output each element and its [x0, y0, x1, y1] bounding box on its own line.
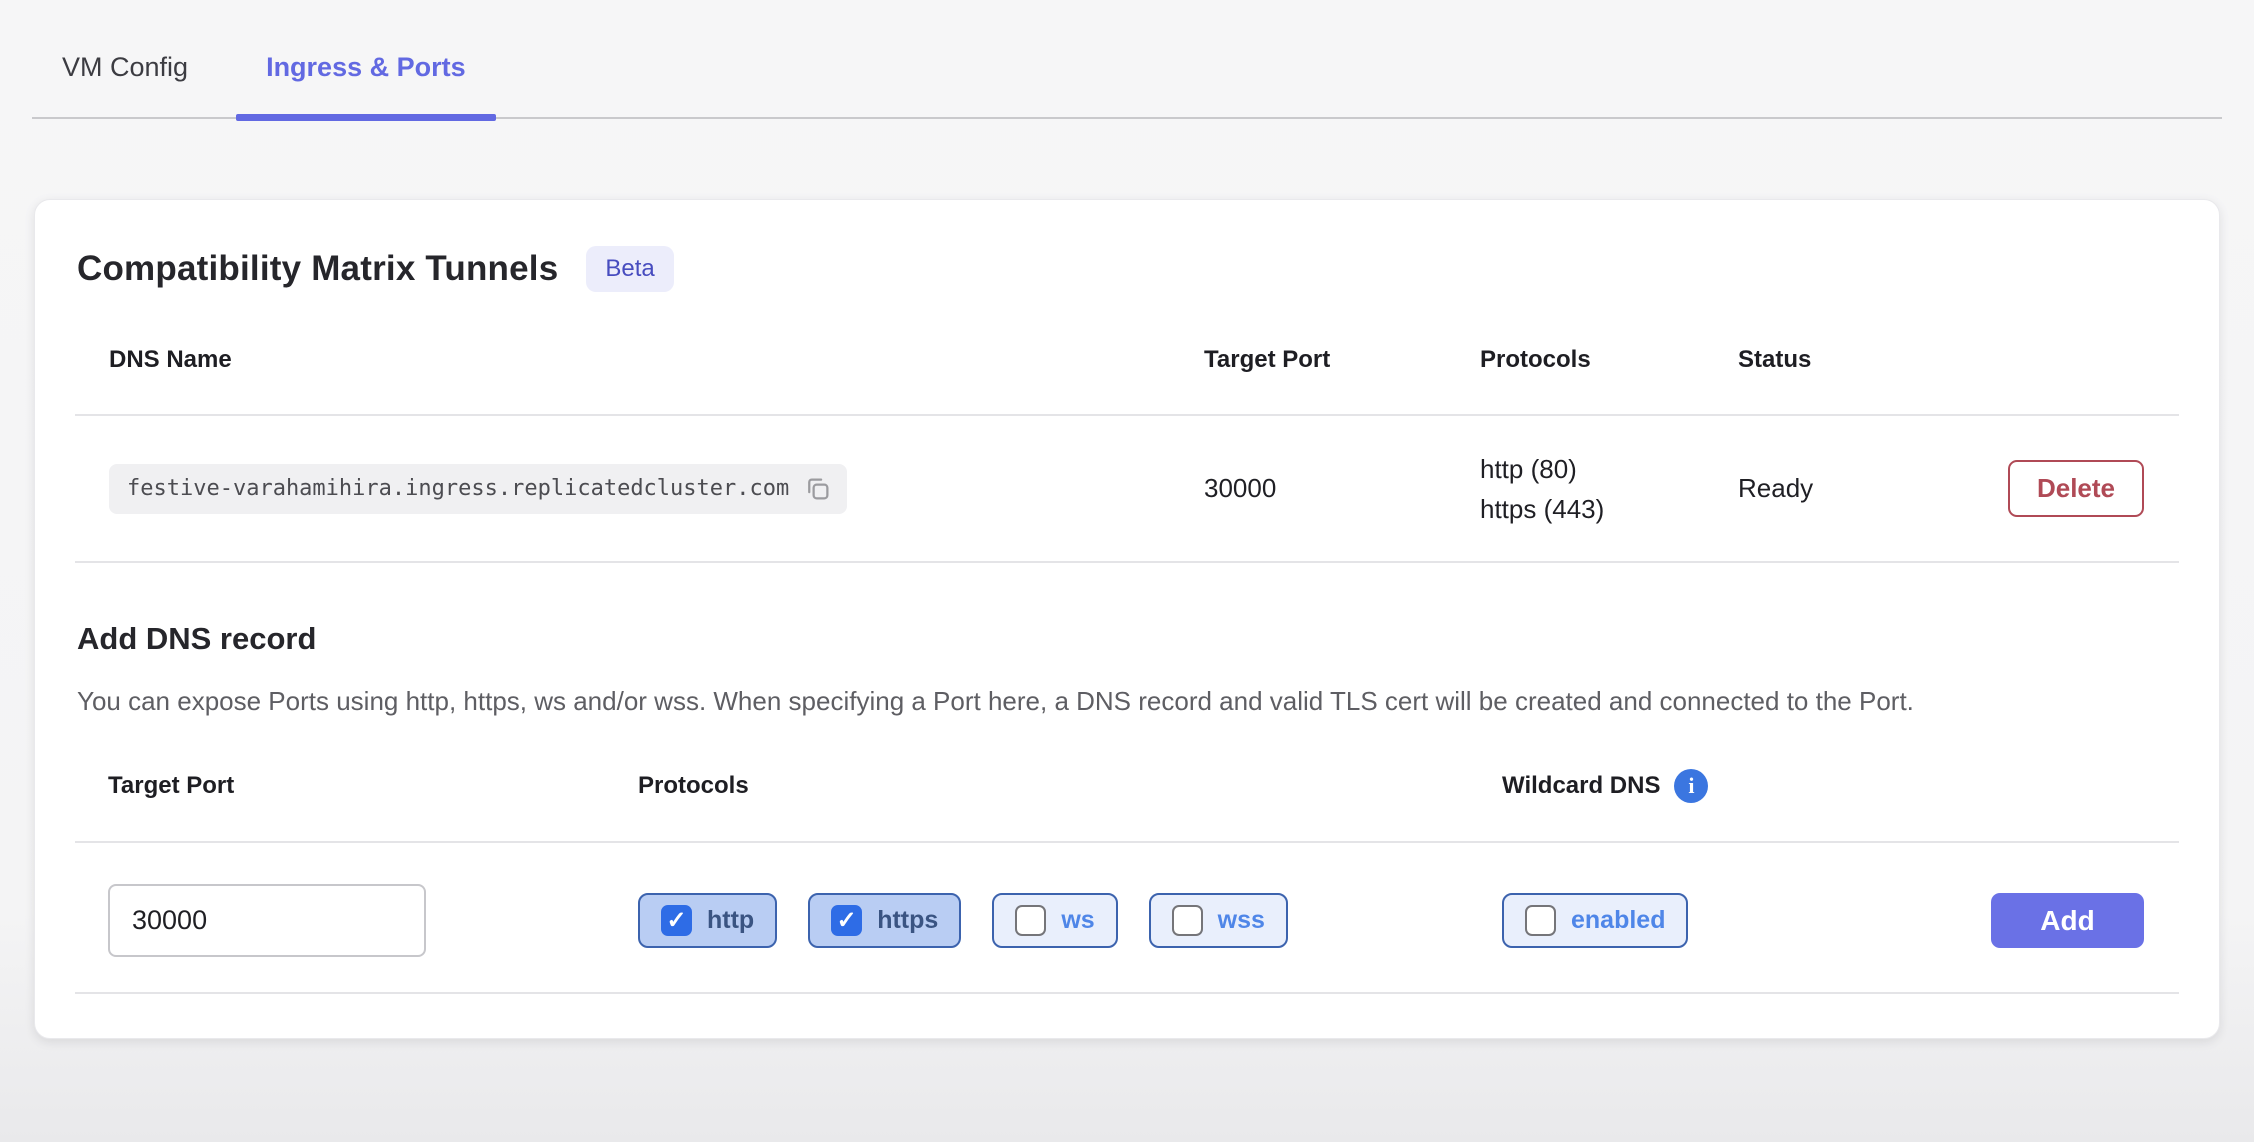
table-row-divider [75, 561, 2179, 563]
add-button[interactable]: Add [1991, 893, 2144, 948]
table-row: festive-varahamihira.ingress.replicatedc… [75, 416, 2179, 561]
protocol-checkbox-label: ws [1061, 906, 1094, 935]
dns-name-cell: festive-varahamihira.ingress.replicatedc… [75, 464, 1170, 514]
protocols-field-cell: http https ws wss [605, 893, 1469, 948]
checkbox-icon [1172, 905, 1203, 936]
form-header-wildcard-dns: Wildcard DNS [1502, 772, 1660, 800]
protocol-checkbox-http[interactable]: http [638, 893, 777, 948]
compatibility-matrix-tunnels-card: Compatibility Matrix Tunnels Beta DNS Na… [34, 199, 2220, 1039]
add-dns-record-title: Add DNS record [75, 621, 2179, 657]
delete-button[interactable]: Delete [2008, 460, 2144, 517]
wildcard-enabled-checkbox[interactable]: enabled [1502, 893, 1688, 948]
column-header-dns-name: DNS Name [75, 346, 1170, 374]
card-title-row: Compatibility Matrix Tunnels Beta [75, 246, 2179, 292]
protocol-checkbox-label: wss [1218, 906, 1265, 935]
tab-vm-config[interactable]: VM Config [32, 52, 218, 117]
protocols-cell: http (80) https (443) [1446, 449, 1704, 529]
protocol-http: http (80) [1480, 449, 1704, 489]
checkbox-icon [1525, 905, 1556, 936]
form-header-protocols: Protocols [605, 772, 1469, 800]
protocol-checkbox-https[interactable]: https [808, 893, 961, 948]
checkbox-icon [1015, 905, 1046, 936]
target-port-cell: 30000 [1170, 473, 1446, 504]
add-button-cell: Add [1888, 893, 2179, 948]
add-dns-form-row: http https ws wss enabled Add [75, 843, 2179, 992]
column-header-target-port: Target Port [1170, 346, 1446, 374]
protocol-checkbox-ws[interactable]: ws [992, 893, 1117, 948]
status-cell: Ready [1704, 473, 1959, 504]
copy-icon[interactable] [803, 474, 833, 504]
card-title: Compatibility Matrix Tunnels [77, 249, 558, 289]
tab-ingress-ports[interactable]: Ingress & Ports [236, 52, 496, 117]
target-port-field-cell [75, 884, 605, 957]
wildcard-enabled-label: enabled [1571, 906, 1665, 935]
wildcard-dns-field-cell: enabled [1469, 893, 1888, 948]
tab-bar: VM Config Ingress & Ports [32, 0, 2222, 119]
target-port-input[interactable] [108, 884, 426, 957]
protocol-checkbox-label: http [707, 906, 754, 935]
protocol-checkbox-label: https [877, 906, 938, 935]
column-header-protocols: Protocols [1446, 346, 1704, 374]
dns-name-pill: festive-varahamihira.ingress.replicatedc… [109, 464, 847, 514]
column-header-status: Status [1704, 346, 1959, 374]
form-row-divider [75, 992, 2179, 994]
protocol-checkbox-wss[interactable]: wss [1149, 893, 1288, 948]
protocol-https: https (443) [1480, 489, 1704, 529]
add-dns-form-header: Target Port Protocols Wildcard DNS i [75, 769, 2179, 841]
info-icon[interactable]: i [1674, 769, 1708, 803]
checkbox-icon [661, 905, 692, 936]
action-cell: Delete [1959, 460, 2179, 517]
tunnels-table-header: DNS Name Target Port Protocols Status [75, 346, 2179, 414]
form-header-target-port: Target Port [75, 772, 605, 800]
add-dns-record-description: You can expose Ports using http, https, … [75, 681, 2140, 721]
beta-badge: Beta [586, 246, 673, 292]
dns-name-value: festive-varahamihira.ingress.replicatedc… [127, 476, 789, 501]
checkbox-icon [831, 905, 862, 936]
